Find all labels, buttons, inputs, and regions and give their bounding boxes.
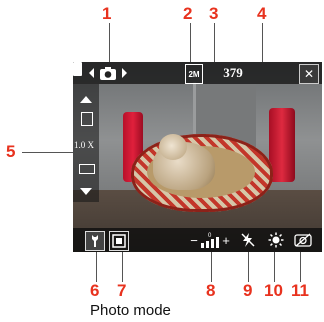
zoom-panel: 1.0 X [73,84,99,202]
capture-mode-icon[interactable] [109,231,129,251]
callout-2: 2 [183,4,193,23]
ev-minus-label[interactable]: − [189,231,199,249]
callout-4: 4 [257,4,267,23]
callout-9: 9 [243,281,253,300]
callout-6: 6 [90,281,100,300]
zoom-out-arrow-icon[interactable] [80,188,92,195]
leader-line-9 [248,252,249,282]
callout-1: 1 [102,4,112,23]
callout-5: 5 [6,142,16,161]
white-balance-sun-icon[interactable] [267,231,285,249]
leader-line-4 [262,23,263,63]
callout-10: 10 [264,281,283,300]
mode-selector[interactable] [83,64,133,82]
leader-line-10 [274,252,275,282]
figure-caption: Photo mode [90,302,171,319]
exposure-bars-icon: 0 [201,233,219,248]
zoom-ratio: 1.0 X [74,140,94,150]
leader-line-7 [122,252,123,282]
sun-icon [268,232,284,248]
svg-text:0: 0 [208,233,212,239]
flash-icon [241,233,255,247]
shots-remaining-counter: 379 [223,65,243,80]
leader-line-11 [300,252,301,282]
leader-line-8 [211,252,212,282]
wide-angle-icon [79,164,95,174]
callout-8: 8 [206,281,216,300]
storage-icon [73,62,82,76]
camera-viewfinder[interactable]: 2M 379 ✕ 1.0 X − 0 + [73,62,322,252]
zoom-in-arrow-icon[interactable] [80,96,92,103]
top-status-bar: 2M 379 ✕ [73,62,322,84]
resolution-icon[interactable]: 2M [185,64,203,84]
flash-off-icon[interactable] [239,231,257,249]
effect-icon[interactable] [293,231,313,249]
capture-mode-selector-icon [89,67,127,80]
exposure-scale-icon[interactable]: 0 [199,231,221,249]
effect-off-icon [294,233,312,247]
callout-7: 7 [117,281,127,300]
frame-icon [112,234,126,248]
settings-wrench-icon[interactable] [85,231,105,251]
close-button[interactable]: ✕ [299,64,319,84]
leader-line-3 [214,23,215,63]
zoom-frame-icon [81,112,93,126]
ev-plus-label[interactable]: + [221,231,231,249]
leader-line-6 [96,252,97,282]
leader-line-5 [22,152,74,153]
leader-line-1 [109,23,110,63]
callout-3: 3 [209,4,219,23]
bottom-control-bar: − 0 + [73,228,322,252]
scene-cat-head [159,134,187,160]
wrench-icon [92,235,98,247]
callout-11: 11 [291,281,309,300]
leader-line-2 [190,23,191,63]
